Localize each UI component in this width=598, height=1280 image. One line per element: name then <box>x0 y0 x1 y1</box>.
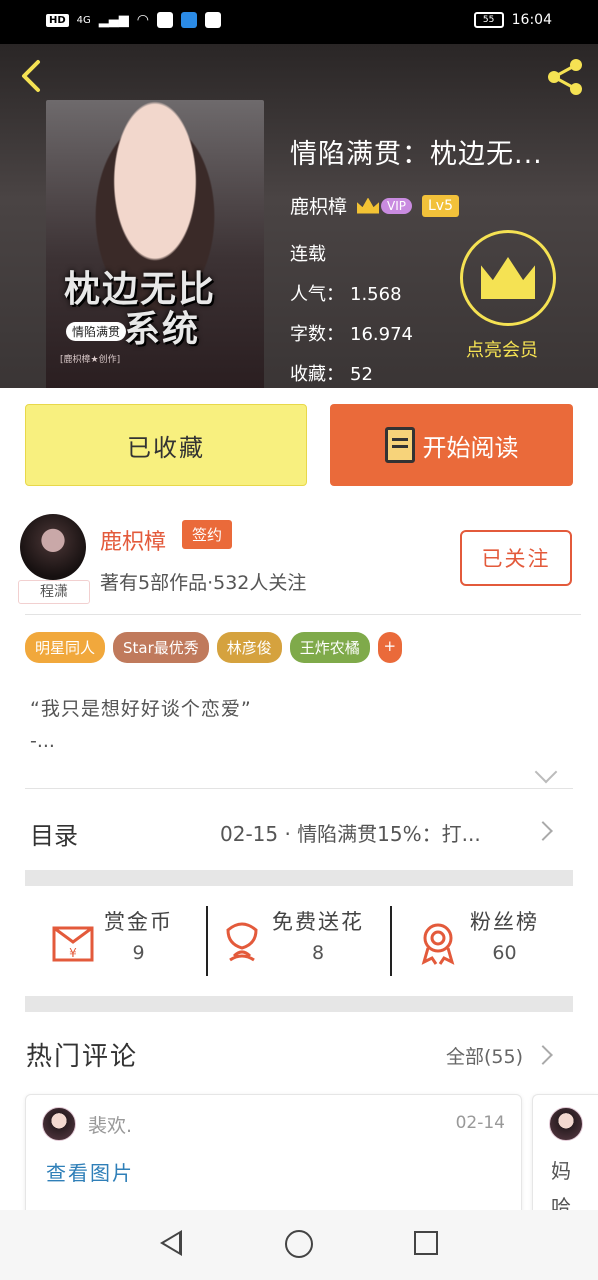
writer-info: 著有5部作品·532人关注 <box>100 572 307 594</box>
divider <box>390 906 392 976</box>
qq-icon <box>157 12 174 28</box>
intro-line-1: “我只是想好好谈个恋爱” <box>30 698 252 720</box>
battery-icon: 55 <box>473 12 504 28</box>
system-nav-bar <box>0 1210 598 1280</box>
reward-coins-button[interactable]: ¥ 赏金币 9 <box>50 906 173 978</box>
stat-popularity: 人气： 1.568 <box>290 284 402 305</box>
all-comments-link[interactable]: 全部(55) <box>446 1042 523 1069</box>
start-reading-button[interactable]: 开始阅读 <box>330 404 573 486</box>
collected-button[interactable]: 已收藏 <box>25 404 307 486</box>
red-envelope-icon: ¥ <box>52 926 94 962</box>
commenter-avatar[interactable] <box>549 1107 583 1141</box>
wifi-icon: ◠ <box>136 12 150 28</box>
start-reading-label: 开始阅读 <box>422 433 519 462</box>
commenter-name[interactable]: 裴欢. <box>88 1111 132 1138</box>
follow-button[interactable]: 已关注 <box>460 530 572 586</box>
book-icon <box>384 427 415 463</box>
wechat-icon <box>205 12 222 28</box>
book-header: 枕边无比 系统 情陷满贯 [鹿枳樟★创作] 情陷满贯：枕边无... 鹿枳樟 VI… <box>0 44 598 390</box>
nav-back-icon-inner <box>164 1234 179 1252</box>
tag-item[interactable]: Star最优秀 <box>113 632 209 663</box>
flower-icon <box>226 922 258 962</box>
chevron-down-icon[interactable] <box>534 760 558 784</box>
level-badge: Lv5 <box>422 194 459 217</box>
cover-subtitle: [鹿枳樟★创作] <box>60 355 121 365</box>
section-separator <box>25 870 573 886</box>
toc-label[interactable]: 目录 <box>30 816 78 851</box>
signed-badge: 签约 <box>182 520 233 549</box>
chevron-right-icon[interactable] <box>533 821 553 841</box>
member-label[interactable]: 点亮会员 <box>466 336 538 362</box>
divider <box>25 614 581 615</box>
crown-icon <box>357 197 380 214</box>
avatar-tag: 程潇 <box>18 580 90 604</box>
tag-item[interactable]: 林彦俊 <box>216 632 282 663</box>
share-icon[interactable] <box>542 54 588 100</box>
tag-list: 明星同人 Star最优秀 林彦俊 王炸农橘 + <box>25 632 402 663</box>
chevron-right-icon[interactable] <box>533 1045 553 1065</box>
vip-badge: VIP <box>357 197 412 214</box>
free-flower-button[interactable]: 免费送花 8 <box>222 906 364 978</box>
book-detail-content: 已收藏 开始阅读 程潇 鹿枳樟 签约 著有5部作品·532人关注 已关注 明星同… <box>0 388 598 1224</box>
tag-item[interactable]: 明星同人 <box>25 632 106 663</box>
hot-comments-title: 热门评论 <box>26 1042 139 1072</box>
nav-home-icon[interactable] <box>285 1230 313 1258</box>
book-title: 情陷满贯：枕边无... <box>290 139 543 170</box>
medal-icon <box>421 923 455 965</box>
commenter-avatar[interactable] <box>42 1107 76 1141</box>
author-row: 鹿枳樟 VIP Lv5 <box>290 192 459 219</box>
stat-favorites: 收藏： 52 <box>290 364 373 385</box>
writer-name[interactable]: 鹿枳樟 <box>100 524 166 556</box>
app-notification-icon <box>181 12 198 28</box>
tag-item[interactable]: 王炸农橘 <box>289 632 370 663</box>
stat-words: 字数： 16.974 <box>290 324 413 345</box>
svg-text:¥: ¥ <box>69 946 77 960</box>
divider <box>206 906 208 976</box>
comment-date: 02-14 <box>455 1113 505 1133</box>
chevron-left-icon[interactable] <box>14 58 50 94</box>
cover-author-tag: 情陷满贯 <box>66 322 127 341</box>
section-separator <box>25 996 573 1012</box>
comment-card[interactable]: 妈 哈 <box>532 1094 598 1224</box>
hd-indicator: HD <box>46 13 69 27</box>
author-name[interactable]: 鹿枳樟 <box>290 192 347 219</box>
intro-line-2: -... <box>30 730 55 752</box>
clock: 16:04 <box>511 12 552 28</box>
fan-ranking-button[interactable]: 粉丝榜 60 <box>418 906 539 978</box>
signal-icon: ▂▄▆ <box>98 12 129 28</box>
nav-recents-icon[interactable] <box>414 1231 438 1255</box>
toc-latest-chapter[interactable]: 02-15 · 情陷满贯15%：打... <box>220 818 520 847</box>
more-tags-button[interactable]: + <box>377 632 402 663</box>
serial-status: 连载 <box>290 244 326 265</box>
status-bar: HD 4G ▂▄▆ ◠ 55 16:04 <box>0 0 598 44</box>
crown-icon <box>481 257 535 299</box>
member-crown-button[interactable] <box>460 230 556 326</box>
comment-card[interactable]: 裴欢. 02-14 查看图片 <box>25 1094 522 1224</box>
writer-avatar[interactable] <box>20 514 86 580</box>
comment-text: 妈 <box>551 1159 573 1183</box>
view-image-link[interactable]: 查看图片 <box>46 1157 134 1186</box>
network-indicator: 4G <box>76 14 91 26</box>
book-cover[interactable]: 枕边无比 系统 情陷满贯 [鹿枳樟★创作] <box>46 100 264 390</box>
divider <box>25 788 573 789</box>
